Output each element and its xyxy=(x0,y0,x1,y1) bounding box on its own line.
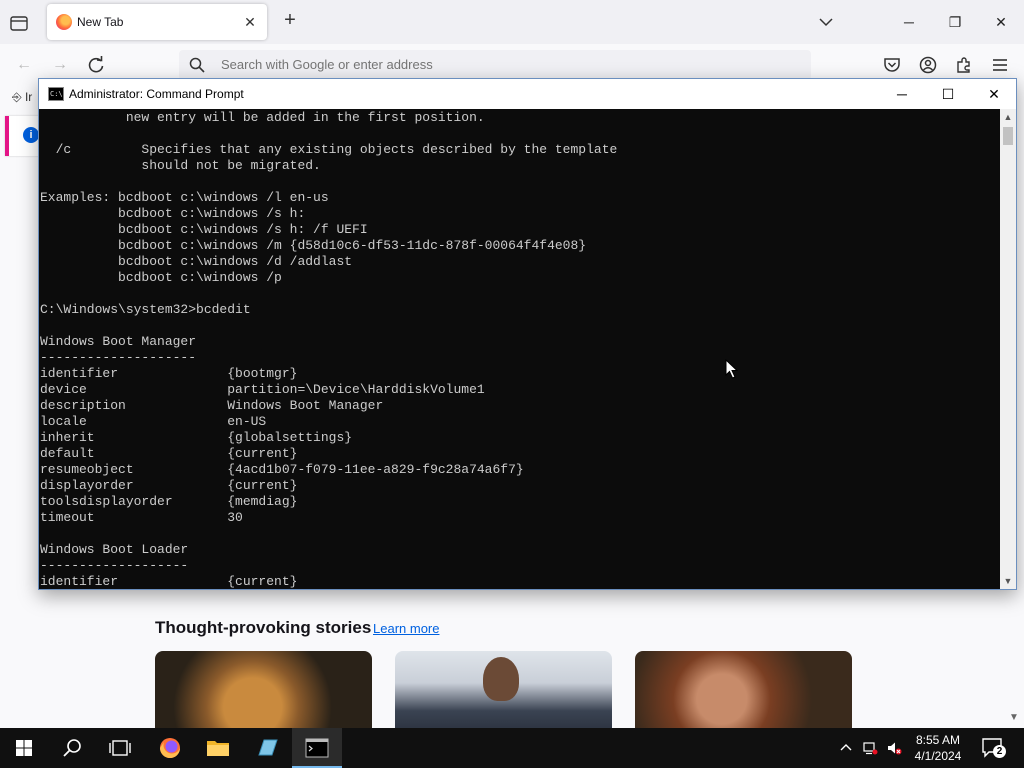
cmd-titlebar[interactable]: C:\ Administrator: Command Prompt ─ ☐ ✕ xyxy=(39,79,1016,109)
cmd-close-icon[interactable]: ✕ xyxy=(971,79,1017,109)
account-icon[interactable] xyxy=(919,56,937,74)
console-line: should not be migrated. xyxy=(40,158,321,173)
windows-taskbar: 8:55 AM 4/1/2024 2 xyxy=(0,728,1024,768)
paper-app-icon[interactable] xyxy=(244,728,292,768)
scroll-down-arrow-icon[interactable]: ▼ xyxy=(1000,573,1016,589)
console-line: Windows Boot Manager xyxy=(40,334,197,349)
pocket-icon[interactable] xyxy=(883,56,901,74)
console-line: new entry will be added in the first pos… xyxy=(40,110,485,125)
console-line: inherit {globalsettings} xyxy=(40,430,353,445)
console-line: locale en-US xyxy=(40,414,267,429)
back-arrow-icon[interactable]: ← xyxy=(13,54,35,76)
cmd-taskbar-icon xyxy=(305,738,329,758)
import-label: Ir xyxy=(24,90,33,104)
console-line: displayorder {current} xyxy=(40,478,298,493)
reload-icon[interactable] xyxy=(85,54,107,76)
console-line: identifier {bootmgr} xyxy=(40,366,298,381)
story-card-travel[interactable] xyxy=(395,651,612,731)
info-icon: i xyxy=(23,127,39,143)
url-input[interactable] xyxy=(221,57,781,72)
restore-window-icon[interactable]: ❐ xyxy=(932,8,978,36)
console-line: default {current} xyxy=(40,446,298,461)
console-text: new entry will be added in the first pos… xyxy=(40,110,617,589)
console-line: toolsdisplayorder {memdiag} xyxy=(40,494,298,509)
firefox-favicon-icon xyxy=(56,14,72,30)
learn-more-link[interactable]: Learn more xyxy=(373,621,439,636)
console-line: bcdboot c:\windows /s h: xyxy=(40,206,306,221)
url-bar[interactable] xyxy=(179,50,811,80)
browser-tabstrip: New Tab ✕ + ─ ❐ ✕ xyxy=(0,0,1024,44)
console-line: ------------------- xyxy=(40,558,189,573)
console-line: -------------------- xyxy=(40,350,197,365)
system-clock[interactable]: 8:55 AM 4/1/2024 xyxy=(904,732,972,764)
console-line: Windows Boot Loader xyxy=(40,542,189,557)
start-windows-icon[interactable] xyxy=(0,728,48,768)
minimize-window-icon[interactable]: ─ xyxy=(886,8,932,36)
console-line: bcdboot c:\windows /s h: /f UEFI xyxy=(40,222,368,237)
tab-close-icon[interactable]: ✕ xyxy=(241,13,259,31)
import-bookmarks-fragment[interactable]: ⎆ Ir xyxy=(12,90,32,105)
mouse-pointer-icon xyxy=(725,359,739,379)
console-line: /c Specifies that any existing objects d… xyxy=(40,142,618,157)
console-line: timeout 30 xyxy=(40,510,243,525)
task-view-icon[interactable] xyxy=(96,728,144,768)
forward-arrow-icon[interactable]: → xyxy=(49,54,71,76)
search-icon xyxy=(189,57,205,73)
cmd-maximize-icon[interactable]: ☐ xyxy=(925,79,971,109)
cmd-scrollbar[interactable]: ▲ ▼ xyxy=(1000,109,1016,589)
command-prompt-taskbar-button[interactable] xyxy=(292,728,342,768)
hamburger-menu-icon[interactable] xyxy=(991,56,1009,74)
show-hidden-icons-chevron-up-icon[interactable] xyxy=(838,740,854,756)
console-line: device partition=\Device\HarddiskVolume1 xyxy=(40,382,485,397)
volume-muted-icon[interactable] xyxy=(886,740,902,756)
chevron-down-icon[interactable] xyxy=(816,12,836,32)
console-line: C:\Windows\system32>bcdedit xyxy=(40,302,251,317)
firefox-view-icon[interactable] xyxy=(8,12,30,34)
story-card-food[interactable] xyxy=(155,651,372,731)
extensions-puzzle-icon[interactable] xyxy=(955,56,973,74)
cmd-app-icon: C:\ xyxy=(48,87,64,101)
page-scroll-down-icon[interactable]: ▼ xyxy=(1009,712,1019,723)
console-line: Examples: bcdboot c:\windows /l en-us xyxy=(40,190,329,205)
clock-date: 4/1/2024 xyxy=(914,749,962,763)
search-icon[interactable] xyxy=(48,728,96,768)
console-line: resumeobject {4acd1b07-f079-11ee-a829-f9… xyxy=(40,462,524,477)
cmd-minimize-icon[interactable]: ─ xyxy=(879,79,925,109)
cmd-window-title: Administrator: Command Prompt xyxy=(69,87,244,101)
close-window-icon[interactable]: ✕ xyxy=(978,8,1024,36)
tab-title: New Tab xyxy=(77,15,124,29)
story-person-image xyxy=(483,657,519,701)
command-prompt-window[interactable]: C:\ Administrator: Command Prompt ─ ☐ ✕ … xyxy=(38,78,1017,590)
console-output[interactable]: new entry will be added in the first pos… xyxy=(39,109,1000,589)
scroll-up-arrow-icon[interactable]: ▲ xyxy=(1000,109,1016,125)
console-line: bcdboot c:\windows /m {d58d10c6-df53-11d… xyxy=(40,238,587,253)
console-line: identifier {current} xyxy=(40,574,298,589)
new-tab-plus-icon[interactable]: + xyxy=(280,10,300,31)
file-explorer-icon[interactable] xyxy=(194,728,242,768)
clock-time: 8:55 AM xyxy=(915,733,961,747)
firefox-taskbar-icon[interactable] xyxy=(146,728,194,768)
stories-heading: Thought-provoking stories xyxy=(155,618,372,637)
notification-count-badge: 2 xyxy=(993,745,1006,758)
console-line: bcdboot c:\windows /p xyxy=(40,270,282,285)
console-line: bcdboot c:\windows /d /addlast xyxy=(40,254,353,269)
console-line: description Windows Boot Manager xyxy=(40,398,384,413)
story-card-gardening[interactable] xyxy=(635,651,852,731)
tab-new-tab[interactable]: New Tab ✕ xyxy=(47,4,267,40)
scroll-thumb[interactable] xyxy=(1003,127,1013,145)
network-icon[interactable] xyxy=(862,740,878,756)
action-center-notifications-icon[interactable]: 2 xyxy=(980,736,1006,760)
